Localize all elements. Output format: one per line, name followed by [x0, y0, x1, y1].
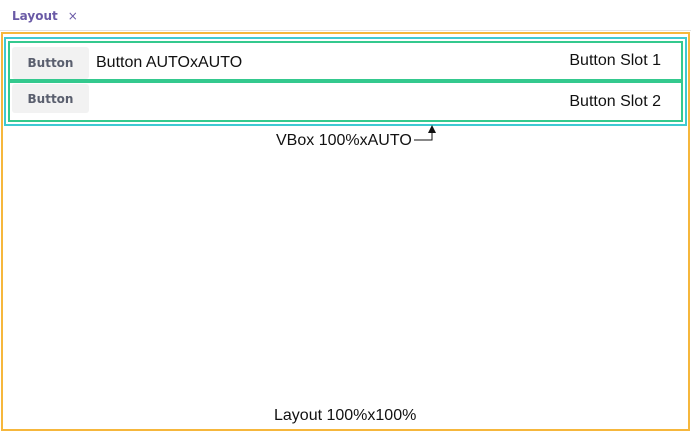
layout-label: Layout 100%x100% [274, 407, 417, 424]
tab-label: Layout [12, 8, 58, 23]
slot-2-label: Button Slot 2 [569, 93, 661, 110]
tab-layout[interactable]: Layout × [0, 0, 90, 31]
close-icon[interactable]: × [68, 10, 78, 22]
vbox-label: VBox 100%xAUTO [276, 132, 412, 149]
button-2[interactable]: Button [12, 84, 89, 113]
button-size-label: Button AUTOxAUTO [96, 54, 243, 71]
button-1[interactable]: Button [12, 47, 89, 79]
tab-bar: Layout × [0, 0, 691, 31]
slot-1-label: Button Slot 1 [569, 52, 661, 69]
